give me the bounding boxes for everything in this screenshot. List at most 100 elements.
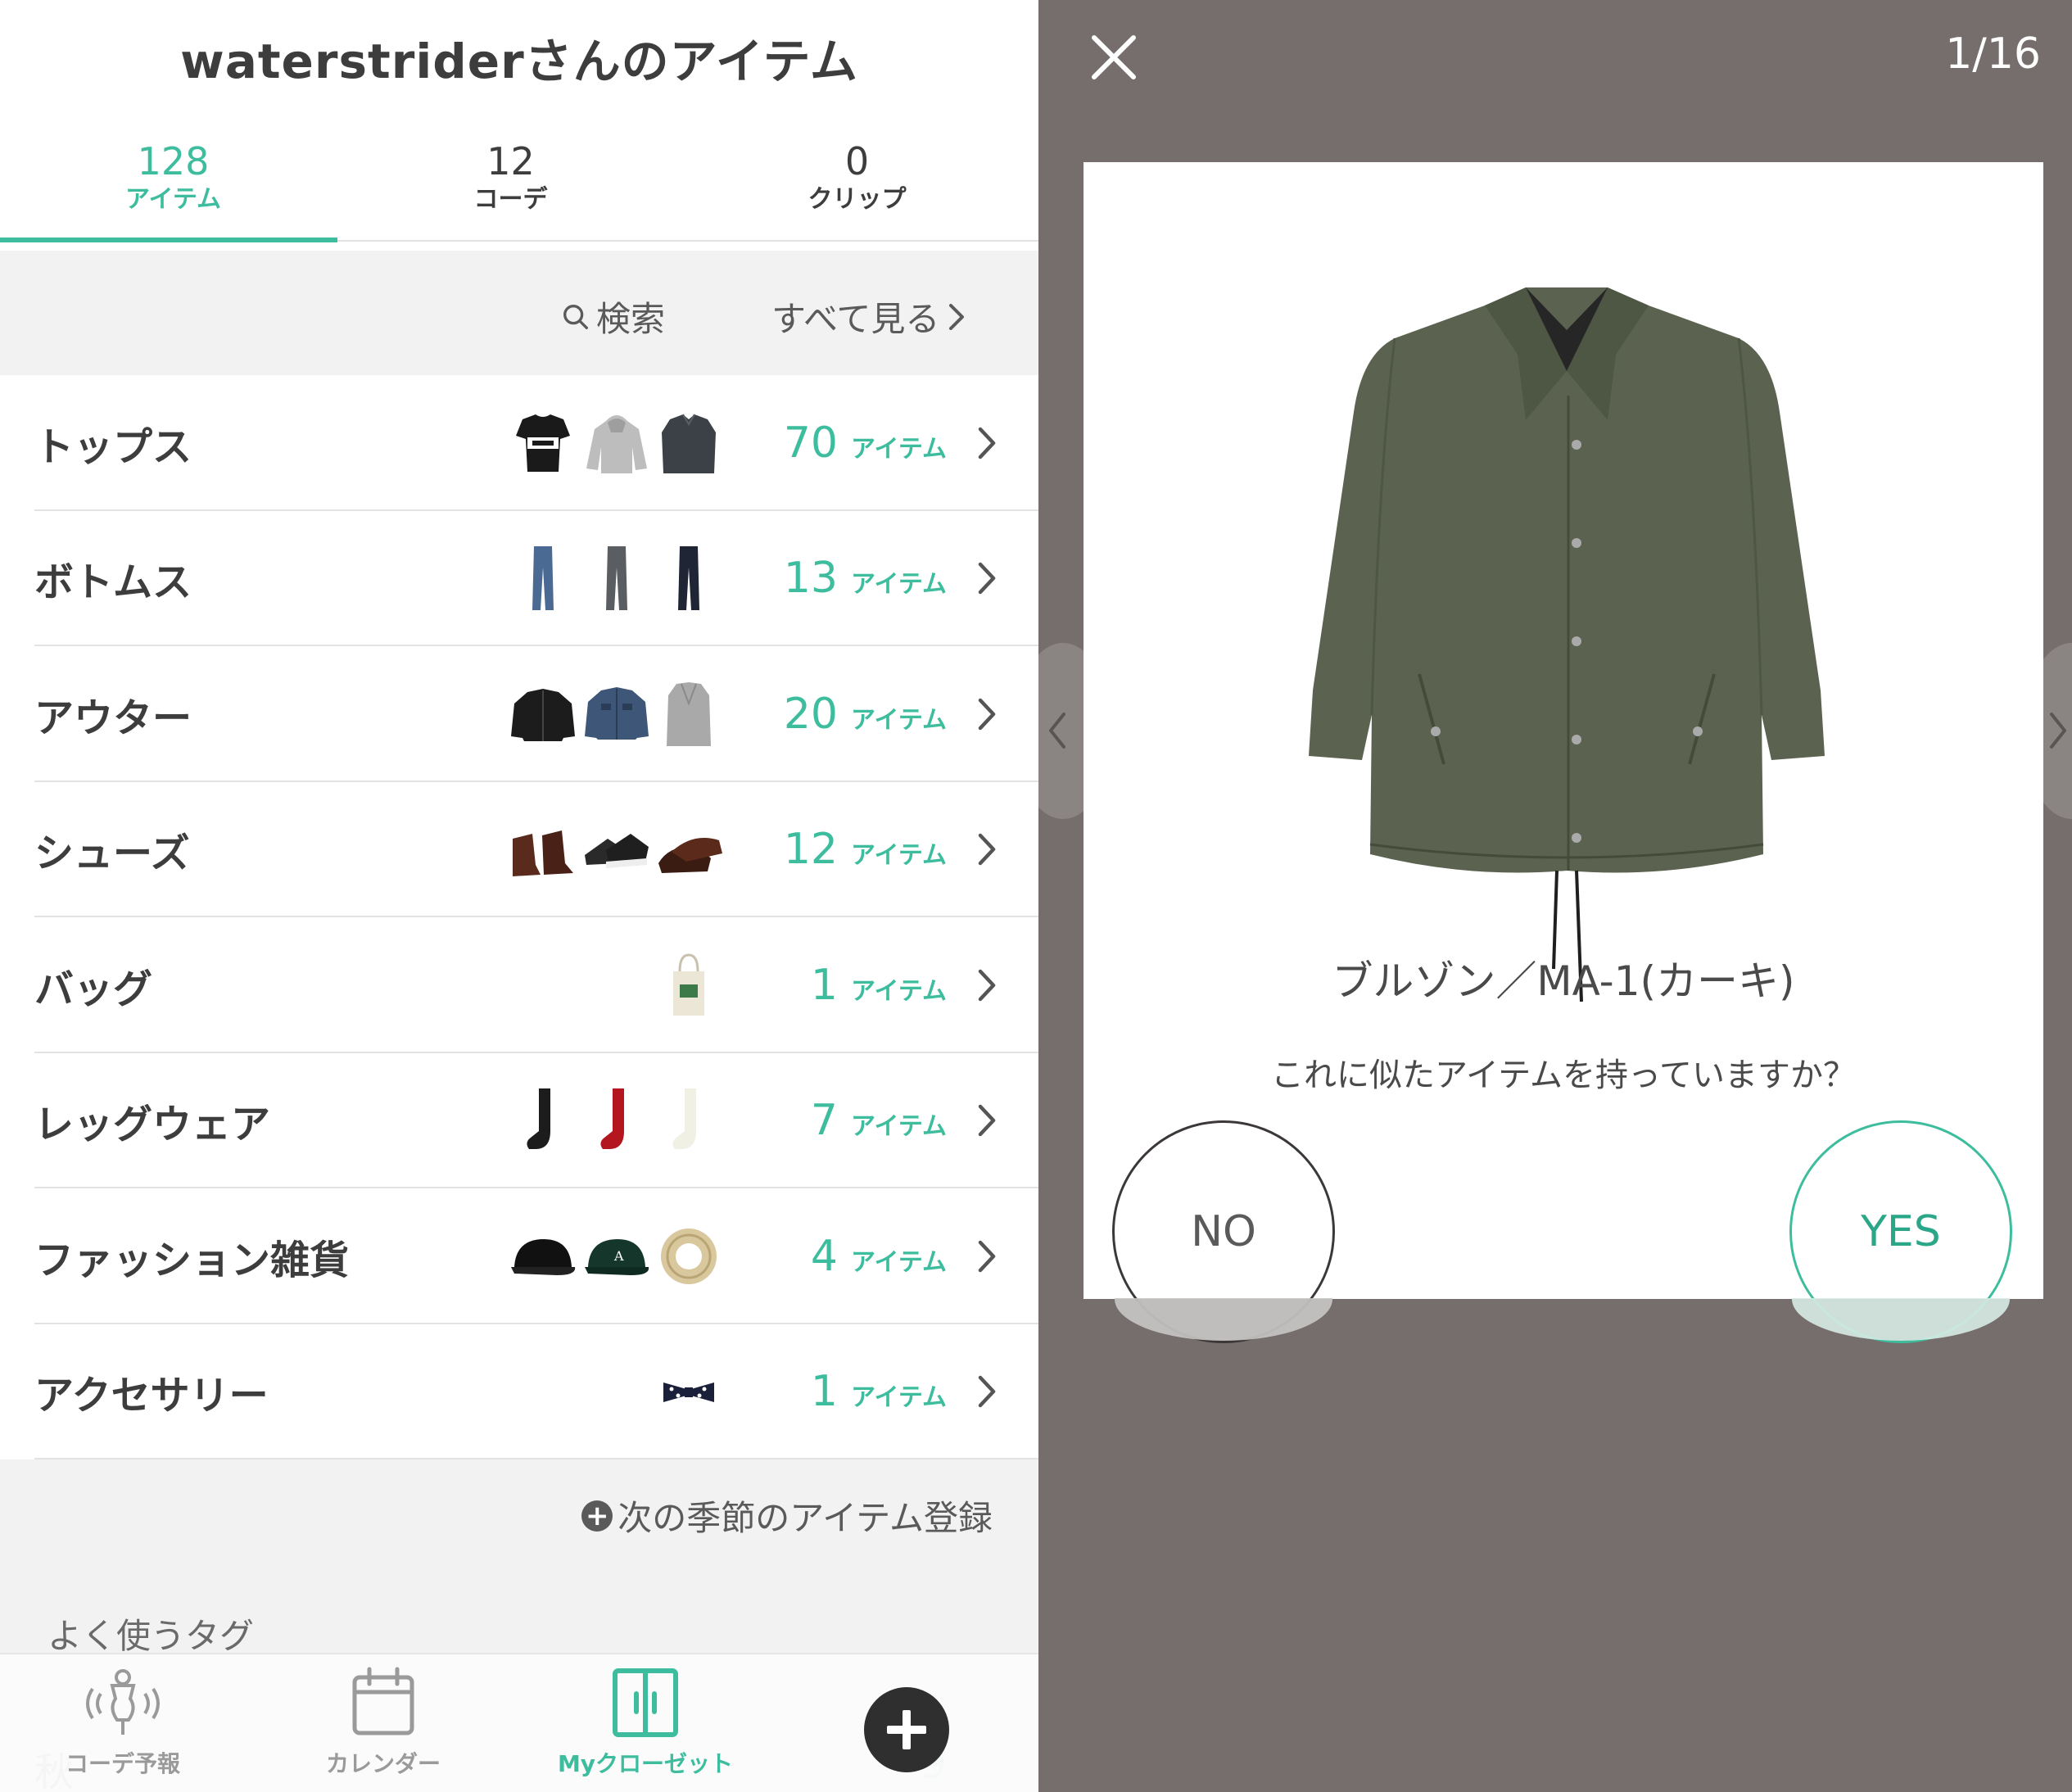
category-count: 20 アイテム <box>783 689 947 739</box>
search-icon <box>563 304 588 329</box>
closet-screen: waterstriderさんのアイテム 128 アイテム 12 コーデ 0 クリ… <box>0 0 1038 1792</box>
scarf-thumbnail <box>661 1228 717 1284</box>
no-button[interactable]: NO <box>1112 1120 1335 1343</box>
mannequin-icon <box>86 1669 160 1735</box>
chevron-right-icon <box>976 967 998 1003</box>
closet-icon <box>613 1668 678 1737</box>
chevron-right-icon <box>976 696 998 732</box>
svg-text:A: A <box>613 1248 624 1264</box>
category-row-bags[interactable]: バッグ 1 アイテム <box>0 917 1038 1053</box>
nav-item-forecast[interactable]: コーデ予報 <box>25 1666 221 1779</box>
question-text: これに似たアイテムを持っていますか？ <box>1271 1057 1856 1094</box>
add-item-button[interactable] <box>864 1687 949 1772</box>
sneakers-thumbnail <box>585 834 649 869</box>
nav-item-calendar[interactable]: カレンダー <box>285 1666 482 1779</box>
chevron-right-icon <box>2050 713 2066 749</box>
chevron-right-icon <box>976 1102 998 1138</box>
nav-label: Myクローゼット <box>557 1750 734 1777</box>
coat-thumbnail <box>667 681 711 746</box>
category-count: 12 アイテム <box>783 825 947 875</box>
jacket-image <box>1309 287 1825 1002</box>
tab-clips[interactable]: 0 クリップ <box>684 131 1030 242</box>
active-tab-indicator <box>0 238 337 242</box>
category-count: 70 アイテム <box>783 418 947 468</box>
filter-bar: 検索 すべて見る <box>0 251 1038 375</box>
search-label: 検索 <box>596 299 666 339</box>
tab-items-count: 128 <box>137 139 210 183</box>
see-all-button[interactable]: すべて見る <box>771 292 966 342</box>
nav-item-my-closet[interactable]: Myクローゼット <box>547 1666 744 1779</box>
cap-thumbnail: A <box>585 1238 649 1275</box>
sock-thumbnail <box>527 1088 550 1150</box>
chevron-right-icon <box>976 1373 998 1410</box>
category-count: 13 アイテム <box>783 554 947 604</box>
category-row-accessories[interactable]: アクセサリー 1 アイテム <box>0 1324 1038 1459</box>
calendar-icon <box>352 1667 414 1735</box>
category-row-fashion-goods[interactable]: ファッション雑貨 A 4 アイテム <box>0 1188 1038 1324</box>
frequent-tags-heading: よく使うタグ <box>48 1616 255 1656</box>
jeans-thumbnail <box>606 546 627 611</box>
category-name: アクセサリー <box>34 1373 269 1419</box>
category-row-legwear[interactable]: レッグウェア 7 アイテム <box>0 1053 1038 1188</box>
category-name: ファッション雑貨 <box>34 1237 350 1283</box>
category-thumbnails <box>508 408 729 478</box>
category-name: トップス <box>34 423 192 470</box>
shirt-thumbnail <box>662 414 716 473</box>
chevron-right-icon <box>976 425 998 461</box>
yes-button[interactable]: YES <box>1789 1120 2012 1343</box>
bottom-nav: コーデ予報 カレンダー Myクローゼット <box>0 1653 1038 1792</box>
category-name: シューズ <box>34 830 190 877</box>
category-thumbnails <box>508 1356 729 1427</box>
bomber-thumbnail <box>511 688 575 741</box>
close-icon[interactable] <box>1088 31 1140 84</box>
yes-label: YES <box>1861 1207 1941 1256</box>
category-thumbnails <box>508 679 729 749</box>
category-count: 4 アイテム <box>810 1231 947 1281</box>
category-row-shoes[interactable]: シューズ 12 アイテム <box>0 782 1038 917</box>
loafers-thumbnail <box>658 838 722 874</box>
category-list: トップス 70 アイテム ボトムス 13 アイテム アウター 20 アイテム シ… <box>0 375 1038 1459</box>
category-name: ボトムス <box>34 559 192 606</box>
tab-clips-label: クリップ <box>808 185 907 214</box>
category-name: バッグ <box>34 966 153 1012</box>
hoodie-thumbnail <box>586 414 647 473</box>
chevron-right-icon <box>976 831 998 867</box>
nav-label: カレンダー <box>325 1750 441 1777</box>
search-button[interactable]: 検索 <box>560 292 665 342</box>
item-quiz-screen: 1/16 ブルゾン／MA-1(カーキ) これに似たアイテムを持っていますか？ N… <box>1038 0 2072 1792</box>
tab-clips-count: 0 <box>844 139 870 183</box>
bowtie-thumbnail <box>663 1382 714 1403</box>
jeans-thumbnail <box>532 546 554 611</box>
category-thumbnails <box>508 543 729 613</box>
jeans-thumbnail <box>678 546 699 611</box>
category-thumbnails <box>508 1085 729 1156</box>
next-season-register-button[interactable]: + 次の季節のアイテム登録 <box>581 1491 993 1541</box>
page-title: waterstriderさんのアイテム <box>180 34 858 89</box>
category-count: 1 アイテム <box>810 960 947 1010</box>
chevron-right-icon <box>976 1238 998 1274</box>
tshirt-thumbnail <box>516 414 570 472</box>
tab-coordinates-count: 12 <box>486 139 535 183</box>
tab-items-label: アイテム <box>125 185 221 214</box>
plus-circle-icon: + <box>581 1500 613 1532</box>
category-count: 1 アイテム <box>810 1367 947 1417</box>
tab-coordinates[interactable]: 12 コーデ <box>337 131 684 242</box>
sock-thumbnail <box>672 1088 696 1150</box>
category-row-bottoms[interactable]: ボトムス 13 アイテム <box>0 511 1038 646</box>
denim-jacket-thumbnail <box>585 686 649 740</box>
nav-label: コーデ予報 <box>65 1750 180 1777</box>
tab-coordinates-label: コーデ <box>473 185 548 214</box>
tote-bag-thumbnail <box>673 953 704 1016</box>
next-season-label: 次の季節のアイテム登録 <box>618 1498 993 1538</box>
category-row-outer[interactable]: アウター 20 アイテム <box>0 646 1038 782</box>
category-row-tops[interactable]: トップス 70 アイテム <box>0 375 1038 511</box>
chevron-right-icon <box>948 302 966 332</box>
category-name: アウター <box>34 695 192 741</box>
screen: waterstriderさんのアイテム 128 アイテム 12 コーデ 0 クリ… <box>0 0 2072 1792</box>
tab-items[interactable]: 128 アイテム <box>0 131 346 242</box>
chevron-left-icon <box>1049 713 1065 749</box>
boots-thumbnail <box>513 830 573 877</box>
category-count: 7 アイテム <box>810 1096 947 1146</box>
chevron-right-icon <box>976 560 998 596</box>
category-name: レッグウェア <box>34 1102 271 1148</box>
